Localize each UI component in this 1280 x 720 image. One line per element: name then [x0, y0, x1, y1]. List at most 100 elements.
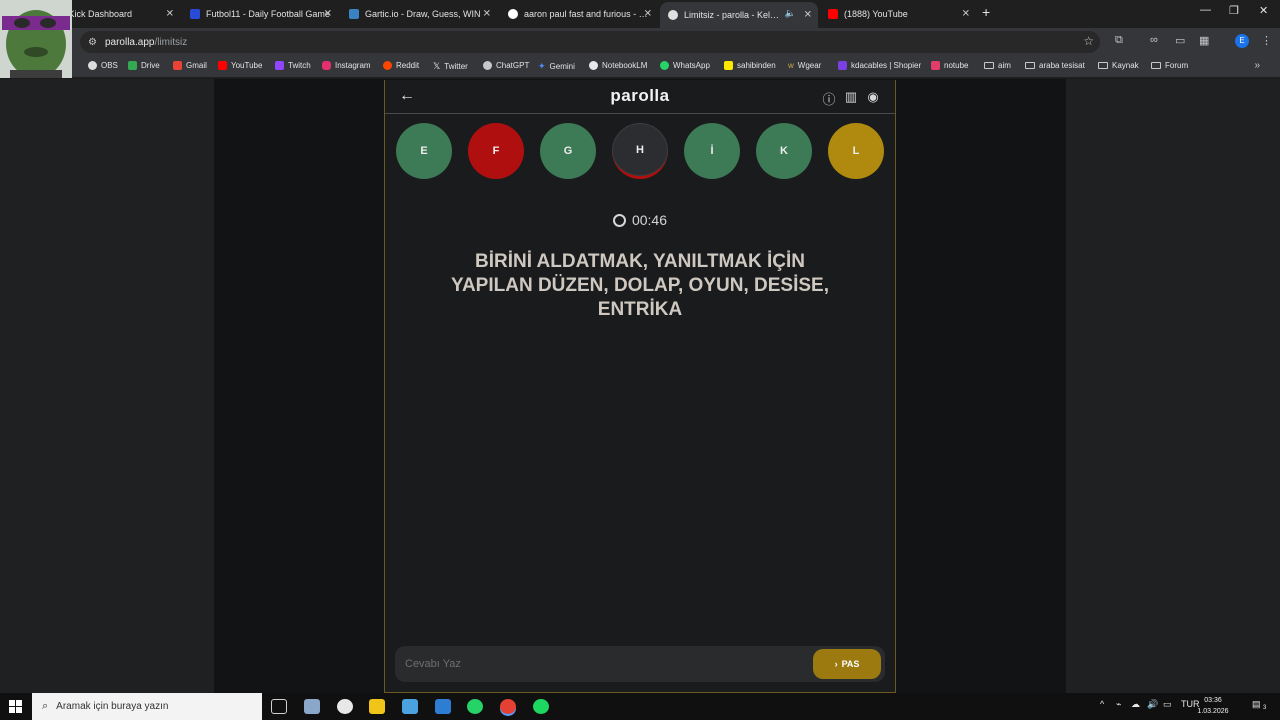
youtube-favicon-icon: [828, 9, 838, 19]
bookmark-label: Reddit: [396, 61, 420, 70]
obs-icon: [88, 61, 97, 70]
close-icon[interactable]: ✕: [804, 10, 812, 21]
spotify-icon[interactable]: [533, 699, 549, 714]
tab-futbol11[interactable]: Futbol11 - Daily Football Game ✕: [182, 3, 338, 25]
notification-center-icon[interactable]: ▤: [1252, 699, 1261, 710]
folder-icon: [1098, 62, 1108, 69]
volume-icon[interactable]: 🔊: [1147, 699, 1158, 710]
network-icon[interactable]: ⌁: [1116, 699, 1121, 710]
window-close-icon[interactable]: ✕: [1259, 4, 1268, 17]
app-icon[interactable]: [304, 699, 320, 714]
close-icon[interactable]: ✕: [324, 9, 332, 20]
close-icon[interactable]: ✕: [483, 9, 491, 20]
folder-icon: [1025, 62, 1035, 69]
parolla-favicon-icon: [668, 10, 678, 20]
tab-title: Futbol11 - Daily Football Game: [206, 9, 330, 19]
search-icon: ⌕: [42, 700, 49, 712]
restore-icon[interactable]: ❐: [1229, 4, 1239, 17]
bookmark-sahibinden[interactable]: sahibinden: [724, 61, 776, 70]
new-tab-icon[interactable]: +: [982, 4, 990, 20]
folder-icon: [1151, 62, 1161, 69]
close-icon[interactable]: ✕: [962, 9, 970, 20]
whatsapp-icon[interactable]: [467, 699, 483, 714]
apps-icon[interactable]: ▦: [1199, 34, 1209, 47]
answer-input[interactable]: [405, 654, 805, 674]
tab-google-search[interactable]: aaron paul fast and furious - Go ✕: [500, 3, 658, 25]
bookmark-chatgpt[interactable]: ChatGPT: [483, 61, 529, 70]
user-profile-icon[interactable]: ◉: [865, 89, 881, 108]
mail-icon[interactable]: [435, 699, 451, 714]
chrome-icon[interactable]: [500, 699, 516, 714]
bookmark-folder-kaynak[interactable]: Kaynak: [1098, 61, 1139, 70]
pass-button[interactable]: › PAS: [813, 649, 881, 679]
file-explorer-icon[interactable]: [369, 699, 385, 714]
display-icon[interactable]: ▭: [1163, 699, 1172, 710]
bookmark-label: WhatsApp: [673, 61, 710, 70]
tab-gartic[interactable]: Gartic.io - Draw, Guess, WIN ✕: [341, 3, 497, 25]
compass-app-icon[interactable]: [337, 699, 353, 714]
wgear-icon: w: [788, 61, 794, 70]
taskbar-search-box[interactable]: ⌕ Aramak için buraya yazın: [32, 693, 262, 720]
bookmark-wgear[interactable]: w Wgear: [788, 61, 821, 70]
app-logo[interactable]: parolla: [385, 86, 895, 106]
address-bar[interactable]: ⚙ parolla.app/limitsiz ☆: [80, 31, 1100, 53]
header-actions: ⓘ ▥ ◉: [821, 89, 881, 108]
bookmark-label: Gemini: [549, 62, 575, 71]
face-cam-image: [0, 0, 72, 78]
more-bookmarks-icon[interactable]: »: [1254, 60, 1260, 71]
extensions-icon[interactable]: ⧉: [1115, 34, 1123, 47]
bookmark-gmail[interactable]: Gmail: [173, 61, 207, 70]
close-icon[interactable]: ✕: [644, 9, 652, 20]
bookmark-drive[interactable]: Drive: [128, 61, 160, 70]
letter-wheel: E F G H İ K L: [396, 123, 886, 183]
bookmark-folder-araba-tesisat[interactable]: araba tesisat: [1025, 61, 1085, 70]
cloud-icon[interactable]: ☁: [1131, 699, 1140, 710]
site-info-icon[interactable]: ⚙: [88, 37, 97, 48]
bookmark-reddit[interactable]: Reddit: [383, 61, 419, 70]
browser-toolbar: ⚙ parolla.app/limitsiz ☆ ⧉ ∞ ▭ ▦ E ⋮: [0, 28, 1280, 56]
twitch-icon: [275, 61, 284, 70]
bookmark-instagram[interactable]: Instagram: [322, 61, 371, 70]
store-icon[interactable]: [402, 699, 418, 714]
tray-expand-icon[interactable]: ^: [1100, 699, 1104, 709]
menu-icon[interactable]: ⋮: [1261, 34, 1272, 47]
bookmark-obs[interactable]: OBS: [88, 61, 118, 70]
bookmark-whatsapp[interactable]: WhatsApp: [660, 61, 710, 70]
letter-circle-wrong: F: [468, 123, 524, 179]
whatsapp-icon: [660, 61, 669, 70]
tab-title: Gartic.io - Draw, Guess, WIN: [365, 9, 481, 19]
profile-avatar[interactable]: E: [1235, 34, 1249, 48]
pass-label: PAS: [841, 659, 860, 669]
tab-youtube[interactable]: (1888) YouTube ✕: [820, 3, 976, 25]
bookmark-youtube[interactable]: YouTube: [218, 61, 262, 70]
bookmark-notebooklm[interactable]: NotebookLM: [589, 61, 647, 70]
task-view-icon[interactable]: [271, 699, 287, 714]
tab-parolla[interactable]: Limitsiz - parolla - Kelime o 🔈 ✕: [660, 2, 818, 28]
letter-char: G: [563, 145, 573, 157]
webcam-overlay: [0, 0, 72, 78]
bookmark-star-icon[interactable]: ☆: [1083, 34, 1094, 48]
bookmark-folder-forum[interactable]: Forum: [1151, 61, 1188, 70]
timer-value: 00:46: [631, 212, 668, 228]
info-icon[interactable]: ⓘ: [821, 89, 837, 108]
letter-char: E: [420, 145, 428, 157]
system-clock[interactable]: 03:36 1.03.2026: [1196, 695, 1230, 717]
clock-time: 03:36: [1204, 697, 1222, 704]
link-icon[interactable]: ∞: [1150, 34, 1158, 46]
bookmark-notube[interactable]: notube: [931, 61, 968, 70]
stats-chart-icon[interactable]: ▥: [843, 89, 859, 108]
bookmark-label: Drive: [141, 61, 160, 70]
minimize-icon[interactable]: —: [1200, 4, 1211, 16]
windows-start-icon[interactable]: [9, 700, 22, 713]
bookmark-folder-aim[interactable]: aim: [984, 61, 1011, 70]
bookmark-twitch[interactable]: Twitch: [275, 61, 311, 70]
speaker-icon[interactable]: 🔈: [785, 8, 796, 19]
reading-mode-icon[interactable]: ▭: [1175, 34, 1185, 47]
bookmark-twitter[interactable]: 𝕏 Twitter: [433, 61, 468, 72]
bookmark-gemini[interactable]: ✦ Gemini: [538, 61, 575, 72]
bookmarks-bar: in OBS Drive Gmail YouTube Twitch Instag…: [0, 56, 1280, 78]
left-background: [0, 79, 214, 693]
app-header: ← parolla ⓘ ▥ ◉: [385, 80, 895, 114]
bookmark-shopier[interactable]: kdacables | Shopier: [838, 61, 921, 70]
close-icon[interactable]: ✕: [166, 9, 174, 20]
